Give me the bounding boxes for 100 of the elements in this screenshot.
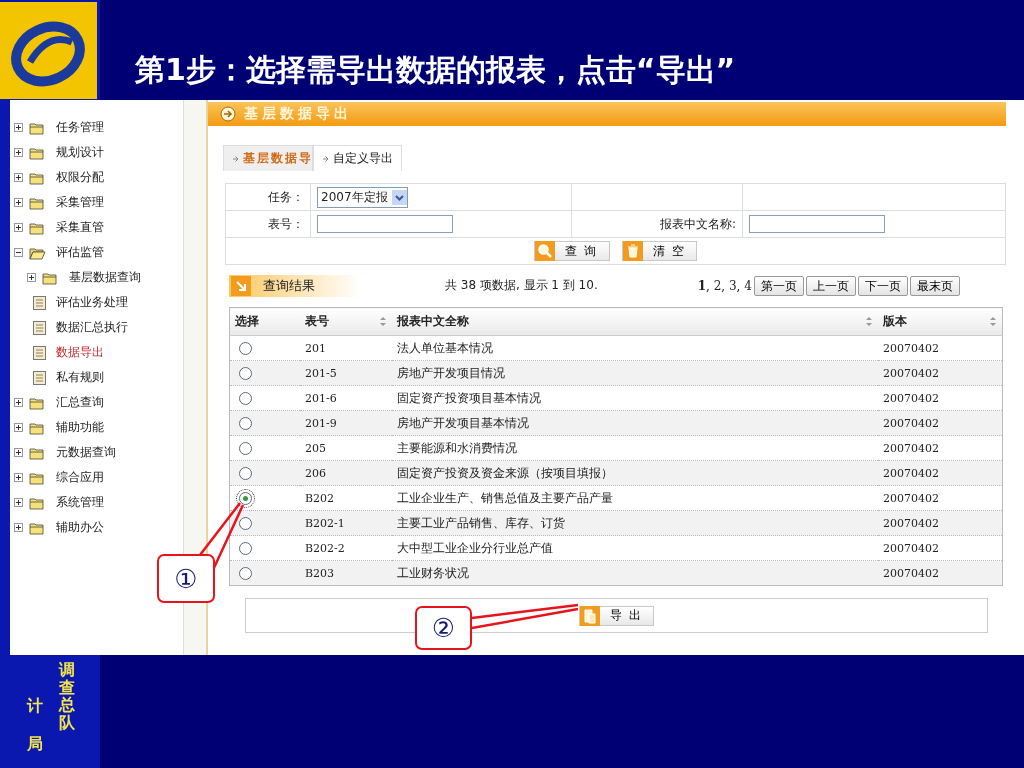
folder-icon bbox=[42, 270, 59, 285]
radio-button[interactable] bbox=[239, 466, 252, 480]
radio-button[interactable] bbox=[239, 391, 252, 405]
expand-icon[interactable] bbox=[14, 448, 23, 457]
tree-item[interactable]: 评估业务处理 bbox=[56, 294, 128, 311]
input-field[interactable] bbox=[749, 215, 885, 233]
clear-button[interactable]: 清 空 bbox=[621, 241, 698, 261]
tab[interactable]: 自定义导出 bbox=[313, 145, 402, 171]
export-button[interactable]: 导 出 bbox=[578, 605, 655, 626]
vertical-caption: 计局 bbox=[27, 695, 43, 756]
folder-icon bbox=[29, 145, 46, 160]
radio-button[interactable] bbox=[239, 366, 252, 380]
radio-button[interactable] bbox=[239, 341, 252, 355]
tree-item[interactable]: 综合应用 bbox=[56, 469, 104, 486]
panel-title: 基层数据导出 bbox=[244, 105, 352, 123]
expand-icon[interactable] bbox=[14, 123, 23, 132]
radio-button[interactable] bbox=[239, 541, 252, 555]
table-cell: 大中型工业企业分行业总产值 bbox=[392, 535, 878, 561]
page-button[interactable]: 下一页 bbox=[857, 275, 908, 296]
radio-button[interactable] bbox=[239, 491, 252, 505]
results-title: 查询结果 bbox=[263, 276, 315, 295]
tree-item[interactable]: 采集直管 bbox=[56, 219, 104, 236]
table-cell: 主要能源和水消费情况 bbox=[392, 435, 878, 461]
table-cell: 205 bbox=[300, 435, 392, 461]
document-icon bbox=[33, 295, 46, 310]
tree-item[interactable]: 私有规则 bbox=[56, 369, 104, 386]
tree-item[interactable]: 规划设计 bbox=[56, 144, 104, 161]
table-cell: 20070402 bbox=[878, 435, 1003, 461]
radio-button[interactable] bbox=[239, 516, 252, 530]
table-cell: 法人单位基本情况 bbox=[392, 335, 878, 361]
folder-icon bbox=[29, 520, 46, 535]
page-links[interactable]: 1, 2, 3, 4 bbox=[697, 278, 752, 293]
expand-icon[interactable] bbox=[14, 473, 23, 482]
expand-icon[interactable] bbox=[14, 198, 23, 207]
table-cell: 固定资产投资及资金来源（按项目填报） bbox=[392, 460, 878, 486]
step-callout: ② bbox=[415, 606, 472, 650]
table-cell: 201-9 bbox=[300, 410, 392, 436]
expand-icon[interactable] bbox=[14, 498, 23, 507]
table-cell: 20070402 bbox=[878, 485, 1003, 511]
expand-icon[interactable] bbox=[14, 173, 23, 182]
field-label: 报表中文名称: bbox=[571, 210, 743, 238]
page-button[interactable]: 最末页 bbox=[909, 275, 960, 296]
tree-item[interactable]: 评估监管 bbox=[56, 244, 104, 261]
column-header[interactable]: 版本 bbox=[883, 313, 907, 330]
document-icon bbox=[579, 605, 600, 626]
tree-item[interactable]: 权限分配 bbox=[56, 169, 104, 186]
folder-icon bbox=[29, 170, 46, 185]
step-callout: ① bbox=[157, 554, 215, 603]
tree-item[interactable]: 系统管理 bbox=[56, 494, 104, 511]
task-select[interactable]: 2007年定报 bbox=[317, 186, 408, 208]
input-field[interactable] bbox=[317, 215, 453, 233]
tree-item[interactable]: 元数据查询 bbox=[56, 444, 116, 461]
column-header: 选择 bbox=[235, 313, 259, 330]
tree-item[interactable]: 汇总查询 bbox=[56, 394, 104, 411]
table-cell: 20070402 bbox=[878, 510, 1003, 536]
radio-button[interactable] bbox=[239, 441, 252, 455]
expand-icon[interactable] bbox=[14, 148, 23, 157]
page-button[interactable]: 第一页 bbox=[753, 275, 804, 296]
table-cell: 工业企业生产、销售总值及主要产品产量 bbox=[392, 485, 878, 511]
table-cell: 20070402 bbox=[878, 410, 1003, 436]
document-icon bbox=[33, 345, 46, 360]
vertical-caption: 调查总队 bbox=[59, 661, 75, 732]
field-label: 表号： bbox=[225, 210, 311, 238]
radio-button[interactable] bbox=[239, 416, 252, 430]
page-button[interactable]: 上一页 bbox=[805, 275, 856, 296]
arrow-icon bbox=[232, 154, 239, 163]
table-cell: 20070402 bbox=[878, 535, 1003, 561]
table-cell: 主要工业产品销售、库存、订货 bbox=[392, 510, 878, 536]
table-cell: 20070402 bbox=[878, 335, 1003, 361]
column-header[interactable]: 表号 bbox=[305, 313, 329, 330]
table-cell: 房地产开发项目情况 bbox=[392, 360, 878, 386]
table-cell: 工业财务状况 bbox=[392, 560, 878, 586]
table-cell: 201 bbox=[300, 335, 392, 361]
folder-icon bbox=[29, 395, 46, 410]
tree-item[interactable]: 辅助功能 bbox=[56, 419, 104, 436]
search-icon bbox=[534, 241, 555, 261]
table-cell: B202-2 bbox=[300, 535, 392, 561]
arrow-icon bbox=[322, 154, 329, 163]
expand-icon[interactable] bbox=[14, 223, 23, 232]
expand-icon[interactable] bbox=[27, 273, 36, 282]
open-folder-icon bbox=[29, 245, 46, 260]
column-header[interactable]: 报表中文全称 bbox=[397, 313, 469, 330]
trash-icon bbox=[622, 241, 643, 261]
folder-icon bbox=[29, 420, 46, 435]
tree-item[interactable]: 数据导出 bbox=[56, 344, 104, 361]
radio-button[interactable] bbox=[239, 566, 252, 580]
folder-icon bbox=[29, 220, 46, 235]
tree-item[interactable]: 数据汇总执行 bbox=[56, 319, 128, 336]
expand-icon[interactable] bbox=[14, 523, 23, 532]
tree-item[interactable]: 基层数据查询 bbox=[69, 269, 141, 286]
search-button[interactable]: 查 询 bbox=[533, 241, 610, 261]
table-cell: 20070402 bbox=[878, 385, 1003, 411]
expand-icon[interactable] bbox=[14, 423, 23, 432]
folder-icon bbox=[29, 495, 46, 510]
collapse-icon[interactable] bbox=[14, 248, 23, 257]
expand-icon[interactable] bbox=[14, 398, 23, 407]
tree-item[interactable]: 采集管理 bbox=[56, 194, 104, 211]
tree-item[interactable]: 辅助办公 bbox=[56, 519, 104, 536]
tree-item[interactable]: 任务管理 bbox=[56, 119, 104, 136]
field-label: 任务： bbox=[225, 183, 311, 211]
